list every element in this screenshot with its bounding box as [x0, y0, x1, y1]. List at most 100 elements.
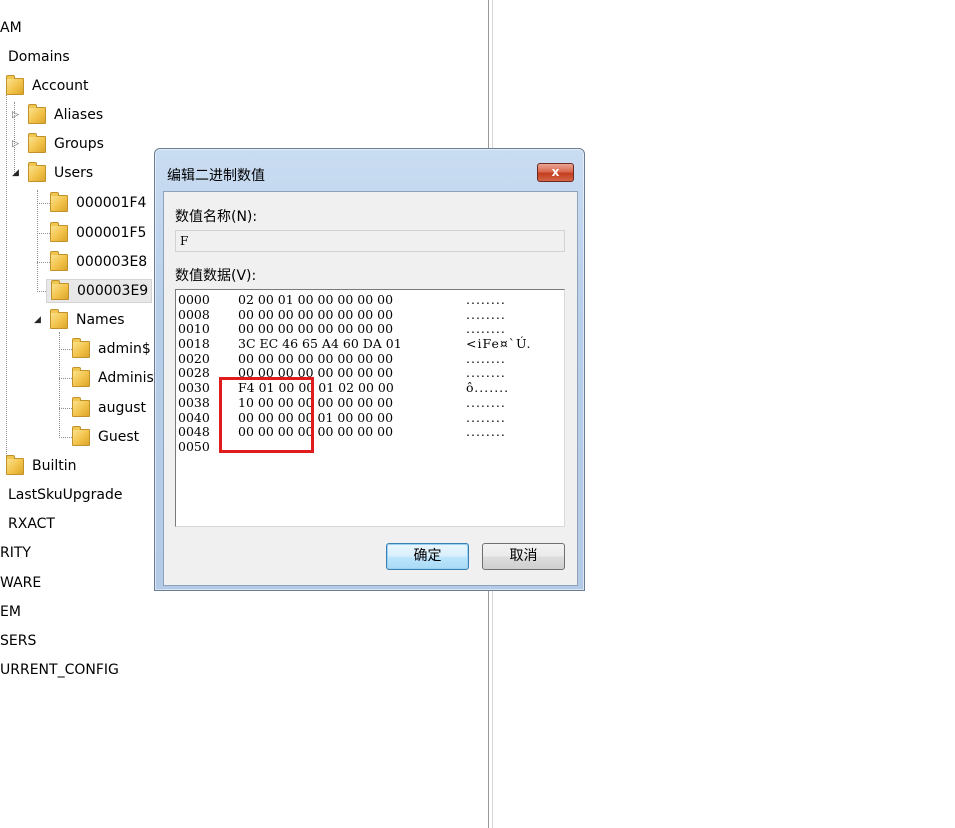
tree-item-security[interactable]: RITY — [0, 541, 34, 565]
tree-item-label: 000001F5 — [76, 225, 147, 241]
hex-offset: 0000 — [178, 292, 210, 307]
tree-connector — [59, 349, 72, 350]
tree-item-lastskuupgrade[interactable]: LastSkuUpgrade — [5, 483, 125, 507]
value-name-text: F — [180, 234, 189, 248]
tree-item-000003e8[interactable]: 000003E8 — [50, 250, 150, 274]
hex-offset: 0018 — [178, 336, 210, 352]
hex-bytes: 00 00 00 00 00 00 00 00 — [238, 321, 394, 337]
tree-item-rxact[interactable]: RXACT — [5, 512, 58, 536]
hex-ascii: ........ — [466, 409, 506, 425]
tree-connector — [37, 233, 50, 234]
hex-ascii: ........ — [466, 321, 506, 337]
tree-item-label: august — [98, 400, 146, 416]
hex-offset: 0008 — [178, 306, 210, 322]
value-name-field: F — [175, 230, 565, 252]
folder-icon — [6, 454, 24, 475]
value-name-label: 数值名称(N): — [175, 209, 258, 225]
tree-item-label: 000003E9 — [77, 283, 149, 299]
folder-icon — [28, 103, 46, 124]
folder-icon — [28, 161, 46, 182]
tree-connector — [59, 332, 60, 438]
hex-row: 0008 00 00 00 00 00 00 00 00........ — [178, 306, 562, 323]
folder-icon — [50, 191, 68, 212]
triangle-right-icon[interactable]: ▷ — [11, 139, 20, 149]
edit-binary-value-dialog: 编辑二进制数值 x 数值名称(N): F 数值数据(V): 0000 02 00 … — [154, 148, 585, 591]
tree-item-label: Domains — [8, 49, 70, 65]
tree-item-aliases[interactable]: Aliases — [28, 103, 106, 127]
hex-ascii — [466, 440, 556, 455]
tree-item-000003e9[interactable]: 000003E9 — [46, 279, 153, 303]
highlight-box — [219, 377, 314, 453]
folder-icon — [72, 425, 90, 446]
ok-button[interactable]: 确定 — [386, 543, 469, 570]
tree-item-groups[interactable]: Groups — [28, 132, 107, 156]
tree-item-label: Aliases — [54, 107, 104, 123]
tree-item-label: admin$ — [98, 341, 151, 357]
tree-item-builtin[interactable]: Builtin — [6, 454, 80, 478]
hex-ascii: ........ — [466, 394, 506, 410]
tree-item-label: RXACT — [8, 516, 55, 532]
close-icon: x — [551, 165, 560, 179]
tree-item-label: Users — [54, 165, 94, 181]
triangle-right-icon[interactable]: ▷ — [11, 110, 20, 120]
tree-item-000001f4[interactable]: 000001F4 — [50, 191, 149, 215]
hex-ascii: ........ — [466, 365, 506, 381]
tree-item-label: EM — [0, 604, 21, 620]
close-button[interactable]: x — [537, 163, 574, 182]
folder-icon — [50, 308, 68, 329]
tree-item-label: URRENT_CONFIG — [0, 662, 119, 678]
tree-item-names[interactable]: Names — [50, 308, 128, 332]
dialog-title: 编辑二进制数值 — [167, 168, 265, 184]
tree-item-current-config[interactable]: URRENT_CONFIG — [0, 658, 122, 682]
tree-connector — [59, 437, 72, 438]
folder-icon — [50, 221, 68, 242]
hex-row: 0000 02 00 01 00 00 00 00 00........ — [178, 292, 562, 308]
tree-item-users[interactable]: Users — [28, 161, 96, 185]
cancel-button[interactable]: 取消 — [482, 543, 565, 570]
hex-ascii: <iFe¤`Ú. — [466, 336, 532, 352]
tree-connector — [59, 378, 72, 379]
tree-item-label: SERS — [0, 633, 37, 649]
tree-item-label: 000001F4 — [76, 195, 147, 211]
triangle-down-icon[interactable]: ◢ — [33, 315, 42, 325]
tree-connector — [37, 203, 50, 204]
folder-icon — [50, 250, 68, 271]
tree-item-label: AM — [0, 20, 22, 36]
hex-ascii: ........ — [466, 306, 506, 322]
tree-item-label: Names — [76, 312, 125, 328]
hex-ascii: ........ — [466, 292, 506, 307]
folder-icon — [72, 396, 90, 417]
hex-row: 0010 00 00 00 00 00 00 00 00........ — [178, 322, 562, 337]
tree-item-system[interactable]: EM — [0, 600, 24, 624]
hex-ascii: ô....... — [466, 380, 510, 396]
tree-item-sam[interactable]: AM — [0, 16, 25, 40]
tree-item-label: 000003E8 — [76, 254, 148, 270]
folder-icon — [72, 366, 90, 387]
tree-item-000001f5[interactable]: 000001F5 — [50, 221, 149, 245]
folder-icon — [28, 132, 46, 153]
folder-icon — [6, 74, 24, 95]
tree-item-label: RITY — [0, 545, 31, 561]
tree-item-domains[interactable]: Domains — [5, 45, 73, 69]
tree-item-software[interactable]: WARE — [0, 571, 44, 595]
tree-item-august[interactable]: august — [72, 396, 149, 420]
tree-connector — [59, 408, 72, 409]
tree-item-guest[interactable]: Guest — [72, 425, 142, 449]
tree-item-label: Account — [32, 78, 89, 94]
triangle-down-icon[interactable]: ◢ — [11, 168, 20, 178]
tree-item-admin[interactable]: admin$ — [72, 337, 154, 361]
hex-bytes: 00 00 00 00 00 00 00 00 — [238, 306, 394, 322]
hex-bytes: 3C EC 46 65 A4 60 DA 01 — [238, 336, 402, 352]
hex-bytes: 02 00 01 00 00 00 00 00 — [238, 292, 394, 307]
hex-row: 0020 00 00 00 00 00 00 00 00........ — [178, 350, 562, 367]
tree-connector — [37, 262, 50, 263]
tree-item-label: WARE — [0, 575, 42, 591]
tree-connector — [37, 190, 38, 292]
hex-ascii: ........ — [466, 424, 506, 440]
hex-offset: 0020 — [178, 350, 210, 366]
tree-connector — [6, 80, 7, 466]
tree-item-users-hive[interactable]: SERS — [0, 629, 39, 653]
folder-icon — [51, 279, 69, 300]
tree-item-label: Groups — [54, 136, 104, 152]
tree-item-account[interactable]: Account — [6, 74, 92, 98]
